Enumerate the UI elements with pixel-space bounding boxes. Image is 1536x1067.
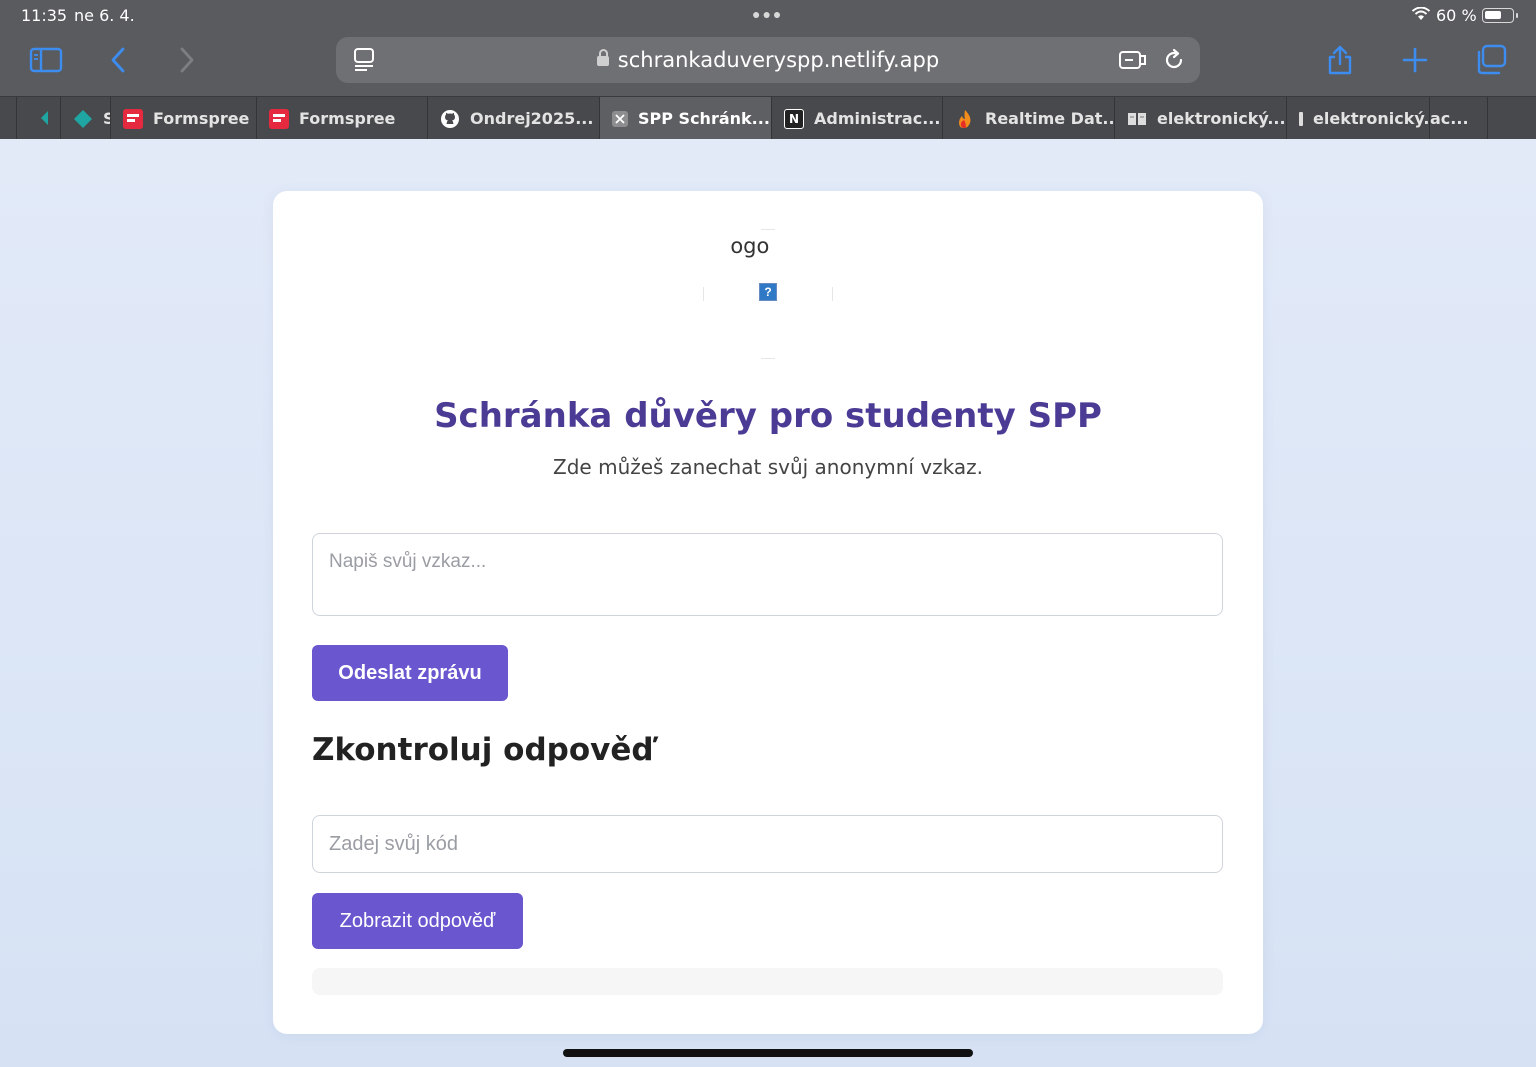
notion-icon: N — [784, 108, 804, 129]
address-bar[interactable]: schrankaduveryspp.netlify.app — [336, 37, 1200, 83]
tab-4-active[interactable]: SPP Schránk... — [599, 97, 771, 140]
page-title: Schránka důvěry pro studenty SPP — [434, 396, 1102, 436]
status-time: 11:35 — [21, 6, 68, 25]
tab-5[interactable]: N Administrac... — [771, 97, 942, 140]
send-message-button[interactable]: Odeslat zprávu — [312, 645, 508, 701]
tab-label: Realtime Dat... — [985, 109, 1114, 128]
tab-label: S — [103, 109, 110, 128]
firebase-icon — [955, 109, 975, 129]
browser-toolbar: 11:35 ne 6. 4. ●●● 60 % schrankaduverysp… — [0, 0, 1536, 96]
battery-percentage: 60 % — [1436, 6, 1477, 25]
tab-label: Formspree — [153, 109, 250, 128]
check-answer-heading: Zkontroluj odpověď — [312, 732, 654, 768]
extension-icon[interactable] — [1112, 40, 1152, 80]
tab-6[interactable]: Realtime Dat... — [942, 97, 1114, 140]
url-text[interactable]: schrankaduveryspp.netlify.app — [336, 48, 1200, 72]
forward-icon[interactable] — [166, 40, 206, 80]
wifi-icon — [1411, 7, 1431, 20]
answer-output — [312, 968, 1223, 995]
tab-label: ac... — [1430, 109, 1469, 128]
tab-7[interactable]: elektronický... — [1114, 97, 1286, 140]
formspree-icon — [123, 108, 143, 129]
back-icon[interactable] — [99, 40, 139, 80]
book-icon — [1127, 109, 1147, 129]
page-viewport: Logo ? Schránka důvěry pro studenty SPP … — [0, 139, 1536, 1067]
tab-label: elektronický... — [1313, 109, 1429, 128]
close-tab-icon[interactable] — [612, 110, 628, 127]
logo-alt-text: Logo — [719, 234, 770, 258]
tab-1[interactable]: Formspree — [110, 97, 256, 140]
tab-8[interactable]: elektronický... — [1286, 97, 1429, 140]
tab-3[interactable]: Ondrej2025... — [427, 97, 599, 140]
tab-label: SPP Schránk... — [638, 109, 770, 128]
content-card: Logo ? Schránka důvěry pro studenty SPP … — [273, 191, 1263, 1034]
bar-icon — [1299, 111, 1303, 126]
home-indicator[interactable] — [563, 1049, 973, 1057]
share-icon[interactable] — [1320, 40, 1360, 80]
reload-icon[interactable] — [1154, 40, 1194, 80]
battery-icon — [1482, 8, 1518, 23]
tab-0[interactable]: S — [60, 97, 110, 140]
chevron-left-icon[interactable] — [40, 111, 50, 125]
tab-label: Formspree — [299, 109, 396, 128]
message-input[interactable] — [312, 533, 1223, 616]
tab-9[interactable]: ac... — [1429, 97, 1487, 140]
tab-overflow[interactable] — [1487, 97, 1522, 140]
page-subtitle: Zde můžeš zanechat svůj anonymní vzkaz. — [553, 455, 983, 479]
diamond-icon — [73, 109, 93, 129]
logo-image: Logo ? — [703, 229, 833, 359]
url-label: schrankaduveryspp.netlify.app — [617, 48, 940, 72]
tab-strip: S Formspree Formspree Ondrej2025... SPP … — [0, 96, 1536, 140]
formspree-icon — [269, 108, 289, 129]
multitasking-dots-icon[interactable]: ●●● — [752, 6, 783, 22]
show-answer-button[interactable]: Zobrazit odpověď — [312, 893, 523, 949]
lock-icon — [596, 49, 609, 66]
tabs-overview-icon[interactable] — [1471, 40, 1511, 80]
status-date: ne 6. 4. — [74, 6, 135, 25]
new-tab-icon[interactable] — [1395, 40, 1435, 80]
tab-2[interactable]: Formspree — [256, 97, 427, 140]
tab-label: Administrac... — [814, 109, 941, 128]
broken-image-icon: ? — [759, 283, 777, 301]
tab-scroll-left[interactable] — [16, 97, 36, 140]
github-icon — [440, 109, 460, 129]
sidebar-icon[interactable] — [26, 40, 66, 80]
tab-label: elektronický... — [1157, 109, 1286, 128]
tab-label: Ondrej2025... — [470, 109, 594, 128]
code-input[interactable] — [312, 815, 1223, 873]
